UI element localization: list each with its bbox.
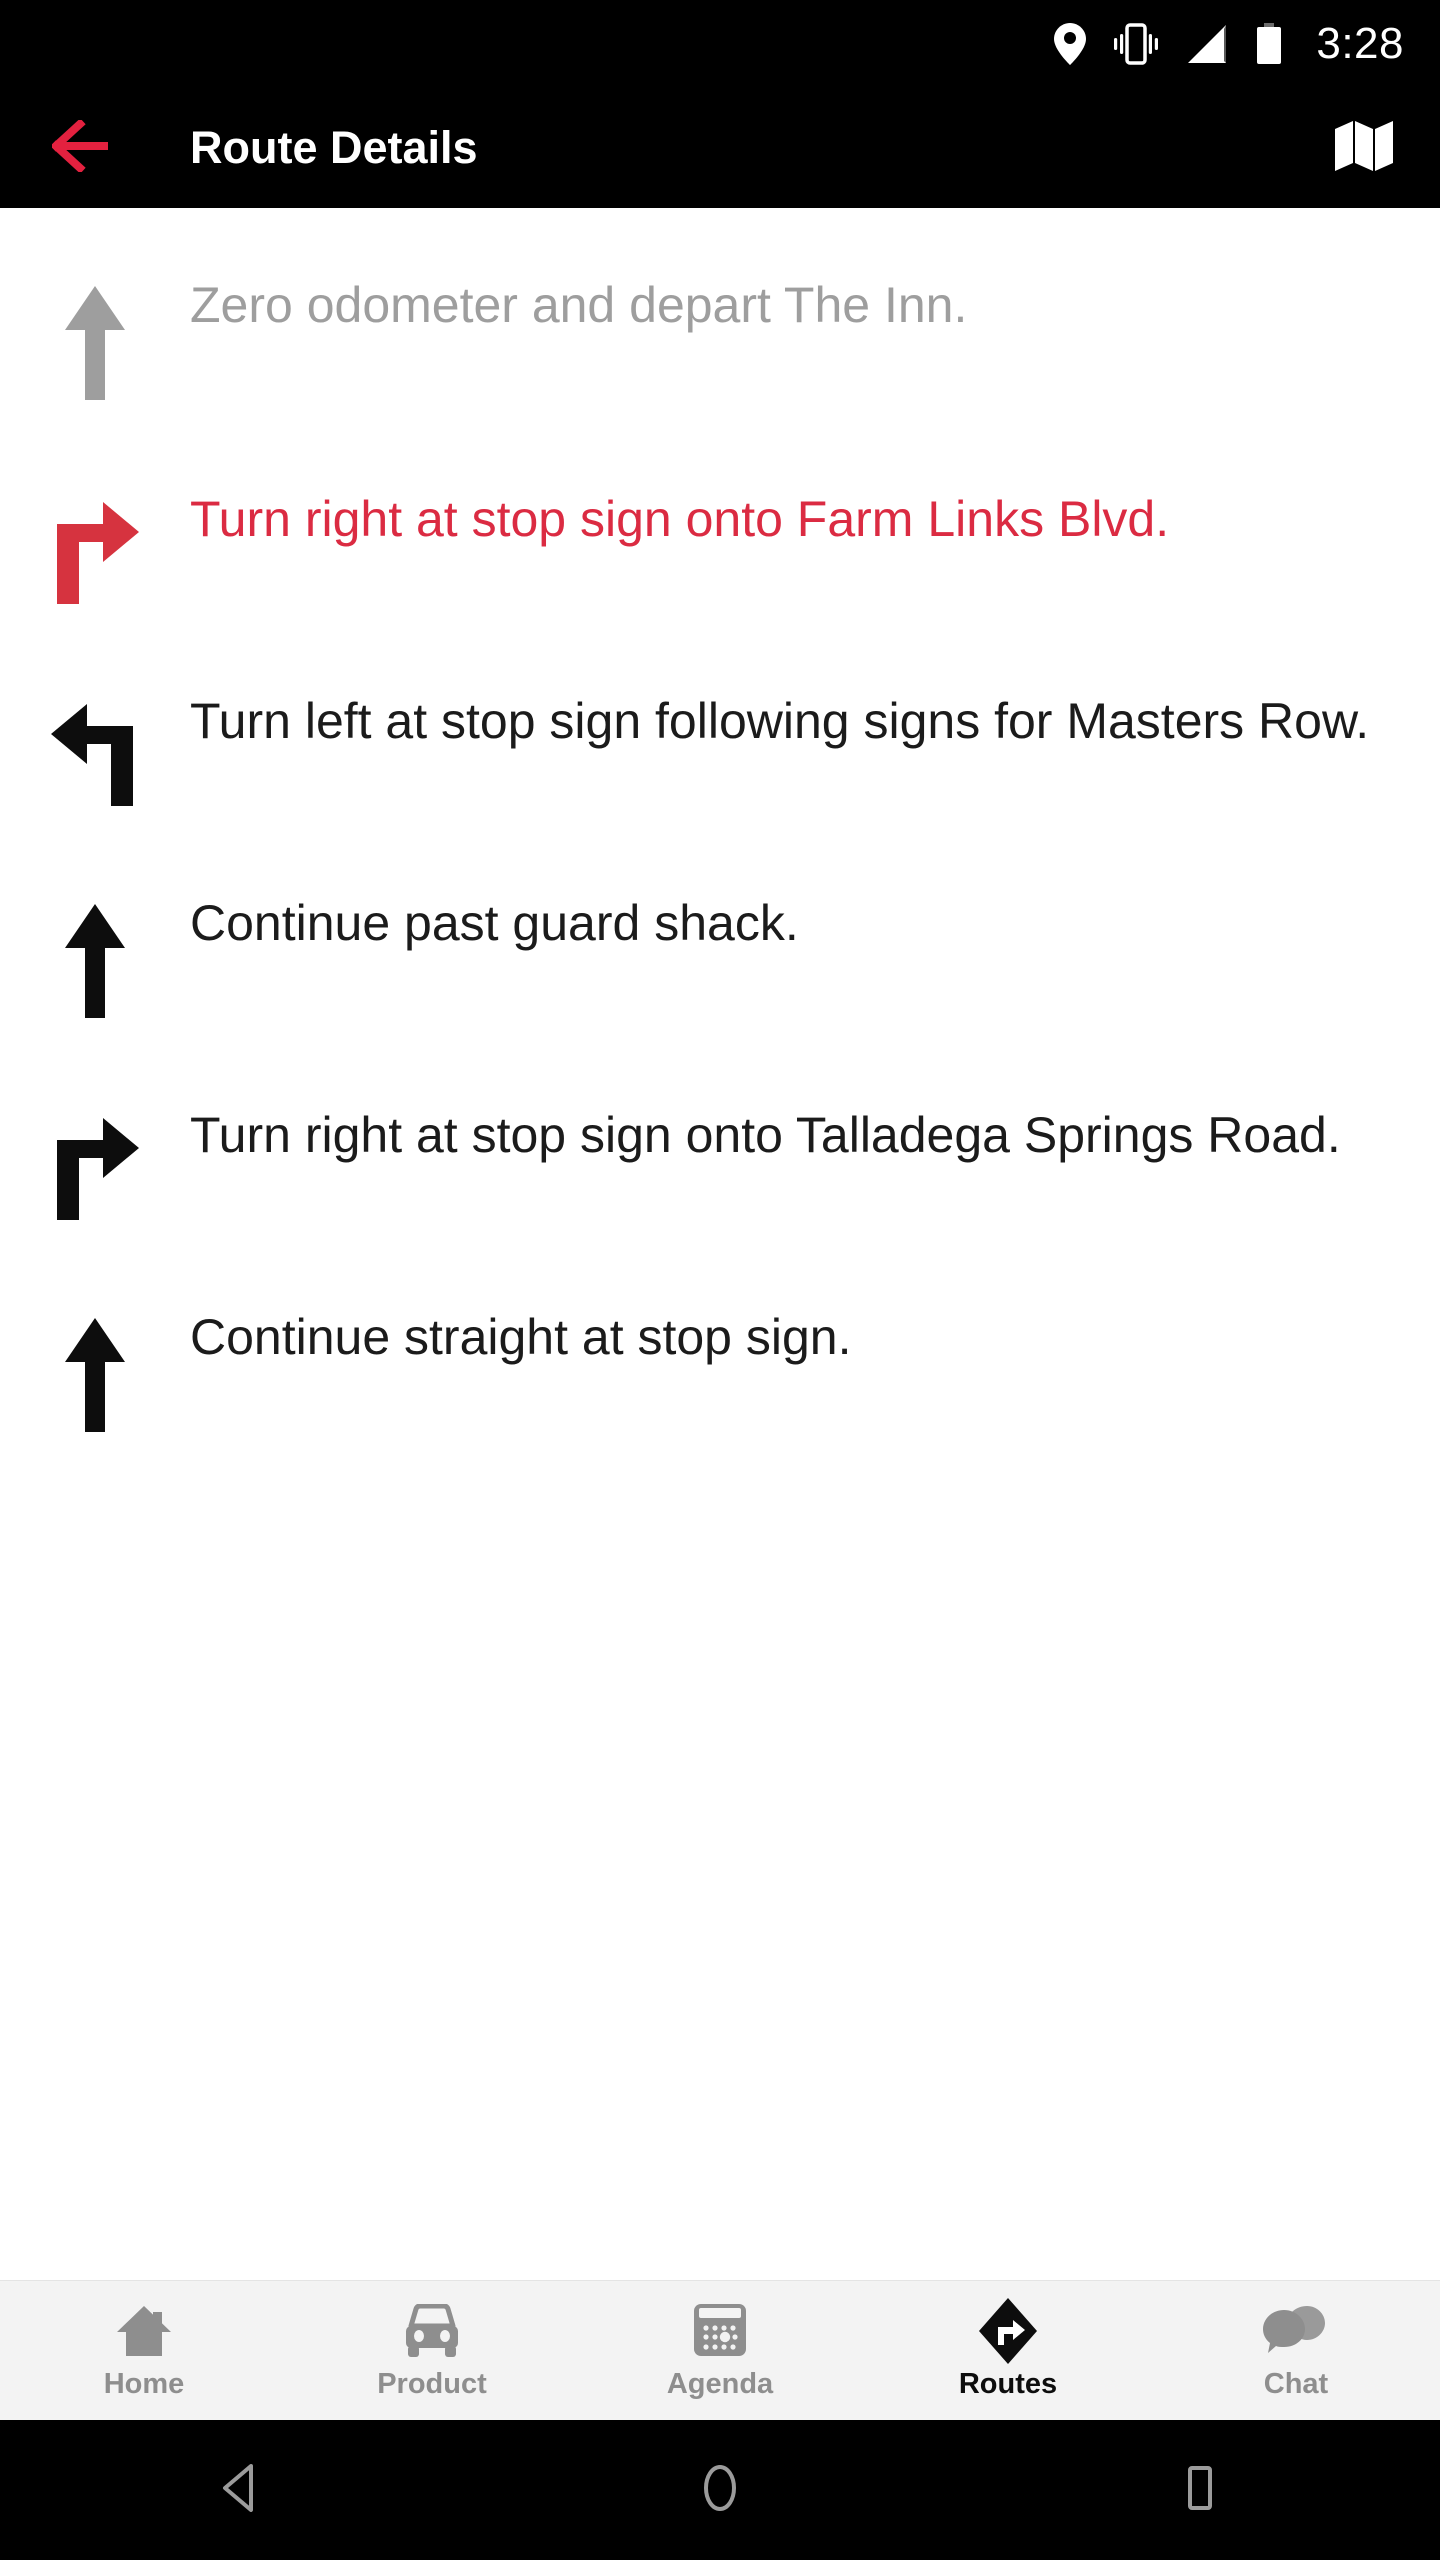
map-button[interactable] <box>1324 108 1404 188</box>
android-recents-button[interactable] <box>1120 2420 1280 2560</box>
route-step-list[interactable]: Zero odometer and depart The Inn. Turn r… <box>0 208 1440 2560</box>
battery-icon <box>1256 23 1282 65</box>
route-step-icon-cell <box>0 856 190 1020</box>
route-step-text: Zero odometer and depart The Inn. <box>190 277 968 333</box>
tab-chat-label: Chat <box>1263 2368 1329 2400</box>
route-step-text: Turn right at stop sign onto Talladega S… <box>190 1107 1341 1163</box>
location-pin-icon <box>1054 23 1087 65</box>
tab-home-label: Home <box>103 2368 185 2400</box>
map-icon <box>1333 117 1395 180</box>
route-step-item[interactable]: Continue straight at stop sign. <box>0 1222 1440 1434</box>
home-icon <box>115 2300 173 2362</box>
tab-routes[interactable]: Routes <box>864 2281 1152 2420</box>
route-step-text: Turn right at stop sign onto Farm Links … <box>190 491 1170 547</box>
route-step-text: Turn left at stop sign following signs f… <box>190 693 1370 749</box>
turn-right-arrow-icon <box>47 498 143 606</box>
phone-screen: 3:28 Route Details Zero odometer and dep… <box>0 0 1440 2560</box>
android-navigation-bar <box>0 2420 1440 2560</box>
back-button[interactable] <box>50 112 124 184</box>
route-step-icon-cell <box>0 238 190 402</box>
route-step-icon-cell <box>0 1068 190 1222</box>
straight-arrow-icon <box>57 1316 133 1434</box>
route-step-item[interactable]: Turn right at stop sign onto Farm Links … <box>0 404 1440 606</box>
status-bar-clock: 3:28 <box>1316 19 1404 68</box>
status-bar: 3:28 <box>0 0 1440 88</box>
android-back-button[interactable] <box>160 2420 320 2560</box>
tab-product-label: Product <box>377 2368 487 2400</box>
tab-routes-label: Routes <box>958 2368 1058 2400</box>
car-icon <box>401 2300 463 2362</box>
route-step-text: Continue past guard shack. <box>190 895 799 951</box>
page-title: Route Details <box>190 122 478 173</box>
tab-product[interactable]: Product <box>288 2281 576 2420</box>
route-step-item[interactable]: Turn right at stop sign onto Talladega S… <box>0 1020 1440 1222</box>
tab-agenda-label: Agenda <box>666 2368 774 2400</box>
app-bar: Route Details <box>0 88 1440 208</box>
back-arrow-icon <box>50 117 114 177</box>
bottom-tab-bar: Home Product Agenda Routes Chat <box>0 2280 1440 2420</box>
straight-arrow-icon <box>57 284 133 402</box>
triangle-left-icon <box>219 2463 261 2517</box>
square-icon <box>1182 2464 1218 2517</box>
turn-right-arrow-icon <box>47 1114 143 1222</box>
route-step-item[interactable]: Continue past guard shack. <box>0 808 1440 1020</box>
turn-left-arrow-icon <box>47 700 143 808</box>
circle-icon <box>698 2464 742 2517</box>
route-step-text: Continue straight at stop sign. <box>190 1309 852 1365</box>
route-step-icon-cell <box>0 1270 190 1434</box>
chat-bubbles-icon <box>1263 2300 1329 2362</box>
android-home-button[interactable] <box>640 2420 800 2560</box>
route-step-item[interactable]: Turn left at stop sign following signs f… <box>0 606 1440 808</box>
signal-icon <box>1186 23 1230 65</box>
route-step-icon-cell <box>0 452 190 606</box>
route-step-item[interactable]: Zero odometer and depart The Inn. <box>0 208 1440 404</box>
calendar-icon <box>691 2300 749 2362</box>
straight-arrow-icon <box>57 902 133 1020</box>
tab-chat[interactable]: Chat <box>1152 2281 1440 2420</box>
tab-agenda[interactable]: Agenda <box>576 2281 864 2420</box>
vibrate-icon <box>1112 23 1160 65</box>
tab-home[interactable]: Home <box>0 2281 288 2420</box>
route-step-icon-cell <box>0 654 190 808</box>
directions-icon <box>977 2298 1039 2364</box>
